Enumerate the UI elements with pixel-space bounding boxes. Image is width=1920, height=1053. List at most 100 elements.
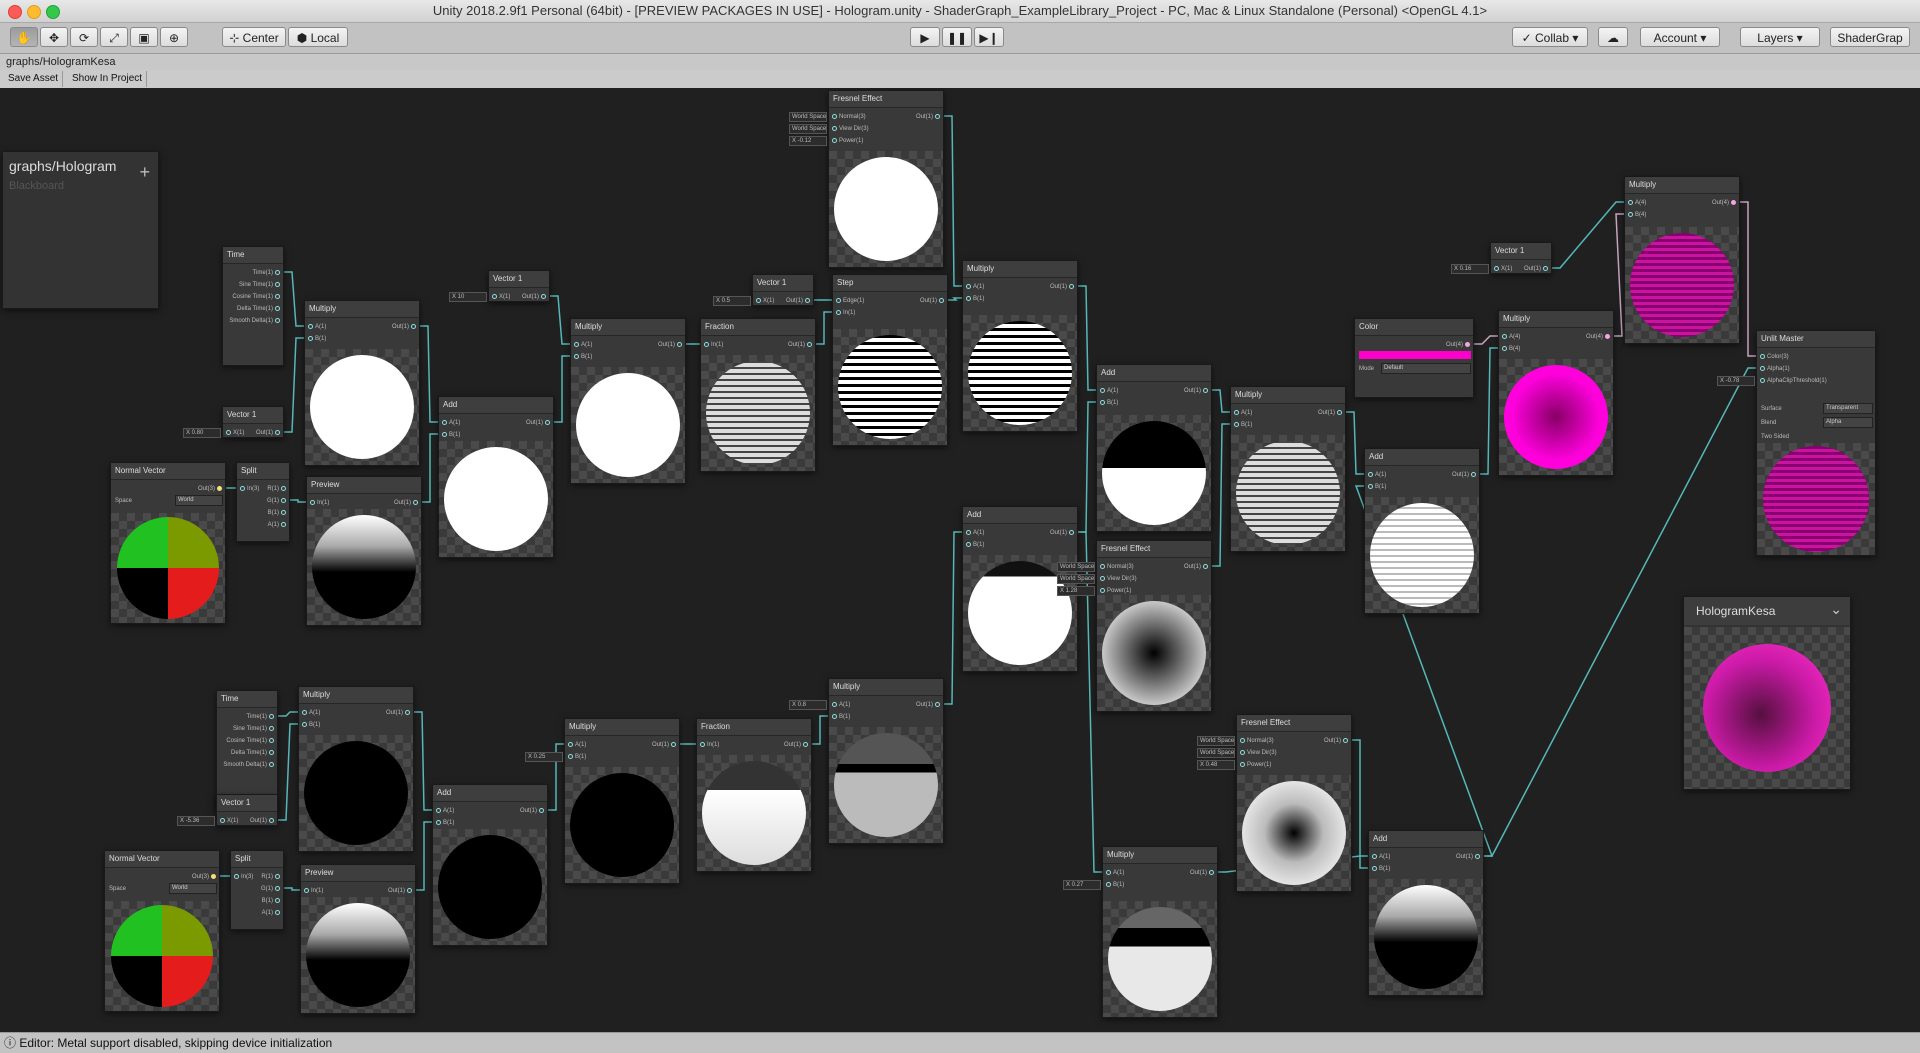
graph-node-preview-bottom[interactable]: Preview In(1) Out(1): [300, 864, 416, 1014]
graph-node-add-stripe[interactable]: Add A(1) B(1) Out(1): [1096, 364, 1212, 532]
input-port[interactable]: A(1): [1100, 387, 1118, 395]
input-port[interactable]: A(1): [1234, 409, 1252, 417]
graph-node-v1-10[interactable]: Vector 1 X(1) X 10 Out(1): [449, 270, 550, 302]
layout-dropdown[interactable]: ShaderGrap: [1830, 27, 1910, 47]
input-port[interactable]: B(1): [966, 541, 984, 549]
output-port[interactable]: Out(1): [520, 807, 544, 815]
wire-connection[interactable]: [1212, 389, 1230, 413]
input-port[interactable]: In(3): [240, 485, 259, 493]
graph-canvas[interactable]: graphs/Hologram Blackboard + HologramKes…: [0, 88, 1920, 1032]
output-port[interactable]: Out(1): [1050, 529, 1074, 537]
wire-connection[interactable]: [1078, 285, 1096, 391]
input-value-field[interactable]: X 0.27: [1063, 880, 1101, 890]
wire-connection[interactable]: [278, 711, 298, 717]
wire-connection[interactable]: [420, 325, 438, 423]
wire-connection[interactable]: [284, 271, 304, 327]
input-value-field[interactable]: X -5.36: [177, 816, 215, 826]
output-port[interactable]: Out(1): [786, 297, 810, 305]
graph-node-v1-016[interactable]: Vector 1 X(1) X 0.16 Out(1): [1451, 242, 1552, 274]
output-port[interactable]: Out(1): [394, 499, 418, 507]
graph-node-v1-bottom-left[interactable]: Vector 1 X(1) X -5.36 Out(1): [177, 794, 278, 826]
graph-node-mul-10[interactable]: Multiply A(1) B(1) Out(1): [570, 318, 686, 484]
space-dropdown[interactable]: World: [175, 495, 223, 506]
output-port[interactable]: Smooth Delta(1): [223, 761, 274, 769]
space-dropdown[interactable]: World: [169, 883, 217, 894]
graph-node-master[interactable]: Unlit Master Color(3) Alpha(1) AlphaClipThr…: [1717, 330, 1876, 556]
output-port[interactable]: A(1): [268, 521, 286, 529]
master-setting-dropdown[interactable]: Transparent: [1823, 403, 1873, 414]
input-port[interactable]: In(3): [234, 873, 253, 881]
input-value-field[interactable]: World Space: [1197, 736, 1235, 746]
output-port[interactable]: Out(1): [526, 419, 550, 427]
graph-node-frac-bottom[interactable]: Fraction In(1) Out(1): [696, 718, 812, 872]
graph-node-fresnel-mid[interactable]: Fresnel Effect Normal(3) World Space View D…: [1057, 540, 1212, 712]
wire-connection[interactable]: [944, 115, 962, 287]
pivot-local-button[interactable]: ⬢ Local: [288, 27, 348, 47]
input-port[interactable]: B(1): [966, 295, 984, 303]
layers-dropdown[interactable]: Layers ▾: [1740, 27, 1820, 47]
input-value-field[interactable]: X 0.5: [713, 296, 751, 306]
input-port[interactable]: B(1): [1372, 865, 1390, 873]
input-port[interactable]: B(1): [308, 335, 326, 343]
wire-connection[interactable]: [944, 531, 962, 705]
input-port[interactable]: X(1): [1494, 265, 1512, 273]
input-port[interactable]: Normal(3): [1100, 563, 1134, 571]
output-port[interactable]: Out(4): [1586, 333, 1610, 341]
input-port[interactable]: X(1): [226, 429, 244, 437]
input-port[interactable]: A(1): [308, 323, 326, 331]
graph-node-v1-05[interactable]: Vector 1 X(1) X 0.5 Out(1): [713, 274, 814, 306]
output-port[interactable]: Sine Time(1): [233, 725, 274, 733]
input-port[interactable]: B(1): [436, 819, 454, 827]
output-port[interactable]: Out(1): [1318, 409, 1342, 417]
wire-connection[interactable]: [1552, 201, 1624, 269]
input-port[interactable]: A(1): [302, 709, 320, 717]
input-port[interactable]: Power(1): [1240, 761, 1271, 769]
mode-dropdown[interactable]: Default: [1381, 363, 1471, 374]
hand-tool-button[interactable]: ✋: [10, 27, 38, 47]
wire-connection[interactable]: [948, 297, 962, 301]
input-value-field[interactable]: X 0.48: [1197, 760, 1235, 770]
save-asset-button[interactable]: Save Asset: [4, 71, 64, 87]
output-port[interactable]: Delta Time(1): [231, 749, 274, 757]
input-port[interactable]: Color(3): [1760, 353, 1789, 361]
input-value-field[interactable]: X 10: [449, 292, 487, 302]
wire-connection[interactable]: [1352, 739, 1368, 869]
output-port[interactable]: B(1): [268, 509, 286, 517]
add-property-button[interactable]: +: [139, 162, 150, 183]
output-port[interactable]: R(1): [261, 873, 280, 881]
graph-node-preview-top[interactable]: Preview In(1) Out(1): [306, 476, 422, 626]
output-port[interactable]: Out(1): [1050, 283, 1074, 291]
input-port[interactable]: B(1): [442, 431, 460, 439]
wire-connection[interactable]: [284, 887, 300, 891]
input-port[interactable]: A(4): [1628, 199, 1646, 207]
output-port[interactable]: Out(1): [386, 709, 410, 717]
wire-connection[interactable]: [1212, 423, 1230, 567]
wire-connection[interactable]: [278, 723, 298, 821]
wire-connection[interactable]: [1480, 347, 1498, 475]
input-port[interactable]: A(1): [1372, 853, 1390, 861]
graph-node-time-top[interactable]: Time Time(1) Sine Time(1) Cosine Time(1) Del…: [222, 246, 284, 366]
output-port[interactable]: B(1): [262, 897, 280, 905]
input-port[interactable]: X(1): [492, 293, 510, 301]
output-port[interactable]: Out(1): [1456, 853, 1480, 861]
input-port[interactable]: B(4): [1502, 345, 1520, 353]
wire-connection[interactable]: [812, 715, 828, 745]
output-port[interactable]: Out(3): [192, 873, 216, 881]
input-port[interactable]: A(1): [442, 419, 460, 427]
cloud-button[interactable]: ☁: [1598, 27, 1628, 47]
graph-path-tab[interactable]: graphs/HologramKesa: [0, 54, 1920, 70]
output-port[interactable]: Out(1): [1184, 563, 1208, 571]
output-port[interactable]: Cosine Time(1): [226, 737, 274, 745]
input-port[interactable]: Normal(3): [1240, 737, 1274, 745]
input-port[interactable]: A(1): [966, 283, 984, 291]
output-port[interactable]: Out(1): [788, 341, 812, 349]
graph-node-frac-top[interactable]: Fraction In(1) Out(1): [700, 318, 816, 472]
output-port[interactable]: Out(3): [198, 485, 222, 493]
input-port[interactable]: B(1): [1100, 399, 1118, 407]
output-port[interactable]: Out(1): [784, 741, 808, 749]
wire-connection[interactable]: [554, 355, 570, 423]
chevron-down-icon[interactable]: ⌄: [1830, 601, 1842, 618]
close-window-icon[interactable]: [8, 5, 22, 19]
input-port[interactable]: A(1): [1106, 869, 1124, 877]
wire-connection[interactable]: [550, 295, 570, 345]
